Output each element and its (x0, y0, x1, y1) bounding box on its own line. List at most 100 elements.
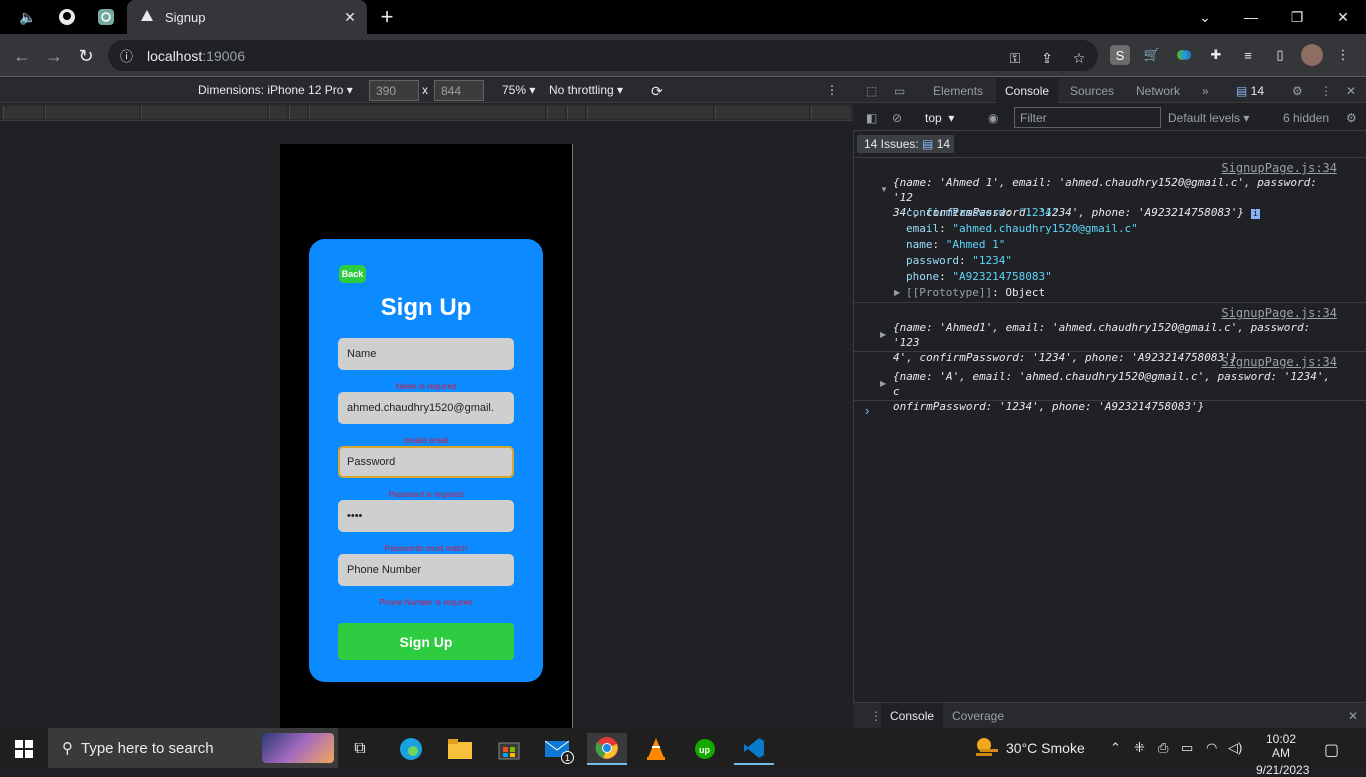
throttling-select[interactable]: No throttling ▾ (549, 83, 623, 97)
log-source-link[interactable]: SignupPage.js:34 (1221, 161, 1337, 175)
speaker-icon[interactable]: 🔈 (17, 6, 39, 28)
signup-submit-button[interactable]: Sign Up (338, 623, 514, 660)
back-button[interactable]: Back (339, 265, 366, 283)
expand-arrow-icon[interactable]: ▶ (880, 330, 886, 339)
ruler-segment[interactable] (269, 106, 287, 119)
console-filter-input[interactable]: Filter (1014, 107, 1161, 128)
ruler-segment[interactable] (3, 106, 43, 119)
cart-extension-icon[interactable]: 🛒 (1142, 45, 1162, 65)
chatgpt-tab-icon[interactable] (95, 6, 117, 28)
tray-chevron-icon[interactable]: ⌃ (1110, 740, 1121, 756)
file-explorer-icon[interactable] (440, 733, 480, 765)
log-source-link[interactable]: SignupPage.js:34 (1221, 306, 1337, 320)
ruler-segment[interactable] (45, 106, 139, 119)
battery-icon[interactable]: ▭ (1181, 740, 1193, 756)
weather-text[interactable]: 30°C Smoke (1006, 740, 1085, 756)
zoom-select[interactable]: 75% ▾ (502, 83, 535, 97)
wifi-icon[interactable]: ◠ (1206, 740, 1217, 756)
ruler-segment[interactable] (547, 106, 565, 119)
tab-elements[interactable]: Elements (924, 78, 992, 103)
rotate-icon[interactable]: ⟳ (651, 83, 663, 100)
close-tab-icon[interactable]: ✕ (339, 9, 361, 26)
notification-icon[interactable]: ▢ (1324, 740, 1339, 760)
vscode-icon[interactable] (734, 733, 774, 765)
confirm-password-input[interactable]: •••• (338, 500, 514, 532)
extensions-puzzle-icon[interactable]: ✚ (1206, 45, 1226, 65)
tab-signup[interactable]: Signup ✕ (127, 0, 367, 34)
console-prompt-icon[interactable]: › (865, 403, 869, 418)
ruler-segment[interactable] (587, 106, 713, 119)
tab-search-chevron-icon[interactable]: ⌄ (1182, 4, 1228, 30)
device-more-icon[interactable]: ⋮ (826, 83, 838, 97)
ruler-segment[interactable] (567, 106, 585, 119)
new-tab-button[interactable]: + (376, 4, 398, 29)
side-panel-icon[interactable]: ▯ (1270, 45, 1290, 65)
email-input[interactable]: ahmed.chaudhry1520@gmail. (338, 392, 514, 424)
issues-badge[interactable]: ▤ 14 (1227, 78, 1273, 103)
media-control-icon[interactable]: ≡ (1238, 45, 1258, 65)
password-input[interactable]: Password (338, 446, 514, 478)
task-view-icon[interactable]: ⧉ (340, 733, 380, 765)
console-log-entry[interactable]: {name: 'A', email: 'ahmed.chaudhry1520@g… (893, 369, 1343, 414)
ruler-segment[interactable] (289, 106, 307, 119)
log-levels-select[interactable]: Default levels ▾ (1159, 105, 1258, 130)
upwork-icon[interactable]: up (685, 733, 725, 765)
console-settings-icon[interactable]: ⚙ (1337, 105, 1366, 130)
chrome-menu-icon[interactable]: ⋮ (1333, 45, 1353, 65)
weather-icon[interactable] (974, 736, 998, 761)
bookmark-star-icon[interactable]: ☆ (1068, 47, 1090, 69)
minimize-button[interactable]: — (1228, 4, 1274, 30)
close-drawer-icon[interactable]: ✕ (1339, 703, 1366, 728)
drawer-tab-coverage[interactable]: Coverage (943, 703, 1013, 728)
device-toggle-icon[interactable]: ▭ (885, 78, 914, 103)
ruler-segment[interactable] (715, 106, 809, 119)
live-expression-eye-icon[interactable]: ◉ (979, 105, 1007, 130)
more-tabs-icon[interactable]: » (1193, 78, 1218, 103)
profile-avatar[interactable] (1301, 44, 1323, 66)
expand-arrow-icon[interactable]: ▶ (894, 288, 900, 297)
volume-icon[interactable]: ◁) (1228, 740, 1242, 756)
clear-console-icon[interactable]: ⊘ (883, 105, 911, 130)
color-extension-icon[interactable] (1174, 45, 1194, 65)
log-source-link[interactable]: SignupPage.js:34 (1221, 355, 1337, 369)
network-share-icon[interactable]: ⁜ (1134, 740, 1145, 756)
key-icon[interactable]: ⚿ (1004, 47, 1026, 69)
site-info-icon[interactable]: ⓘ (120, 46, 133, 65)
back-nav-icon[interactable]: ← (8, 42, 36, 70)
phone-input[interactable]: Phone Number (338, 554, 514, 586)
expand-arrow-icon[interactable]: ▶ (880, 379, 886, 388)
edge-app-icon[interactable] (391, 733, 431, 765)
forward-nav-icon[interactable]: → (40, 42, 68, 70)
tab-console[interactable]: Console (996, 78, 1059, 103)
clock[interactable]: 10:02 AM 9/21/2023 (1256, 732, 1309, 777)
github-tab-icon[interactable] (56, 6, 78, 28)
vlc-icon[interactable] (636, 733, 676, 765)
inspect-element-icon[interactable]: ⬚ (857, 78, 886, 103)
chrome-app-icon[interactable] (587, 733, 627, 765)
skype-extension-icon[interactable]: S (1110, 45, 1130, 65)
share-icon[interactable]: ⇪ (1036, 47, 1058, 69)
ruler-segment[interactable] (309, 106, 545, 119)
prototype-row[interactable]: [[Prototype]]: Object (906, 285, 1356, 301)
context-select[interactable]: top ▾ (916, 105, 963, 130)
collapse-arrow-icon[interactable]: ▼ (880, 185, 888, 194)
tab-network[interactable]: Network (1127, 78, 1189, 103)
dimensions-select[interactable]: Dimensions: iPhone 12 Pro ▾ (198, 83, 353, 97)
taskbar-search[interactable]: ⚲ Type here to search (48, 728, 338, 768)
issues-link[interactable]: 14 Issues: ▤ 14 (857, 135, 954, 153)
settings-gear-icon[interactable]: ⚙ (1283, 78, 1312, 103)
windows-start-icon[interactable] (4, 733, 44, 765)
close-devtools-icon[interactable]: ✕ (1337, 78, 1365, 103)
close-window-button[interactable]: ✕ (1320, 4, 1366, 30)
sidebar-toggle-icon[interactable]: ◧ (857, 105, 886, 130)
reload-icon[interactable]: ↻ (72, 42, 100, 70)
ruler-segment[interactable] (141, 106, 267, 119)
ruler-segment[interactable] (811, 106, 851, 119)
tab-sources[interactable]: Sources (1061, 78, 1123, 103)
drawer-tab-console[interactable]: Console (881, 703, 944, 728)
name-input[interactable]: Name (338, 338, 514, 370)
device-height-input[interactable]: 844 (434, 80, 484, 101)
address-bar[interactable]: ⓘ localhost:19006 ⚿ ⇪ ☆ (108, 40, 1098, 71)
mail-icon[interactable]: 1 (538, 733, 578, 765)
meet-icon[interactable]: ⎙ (1158, 740, 1168, 756)
